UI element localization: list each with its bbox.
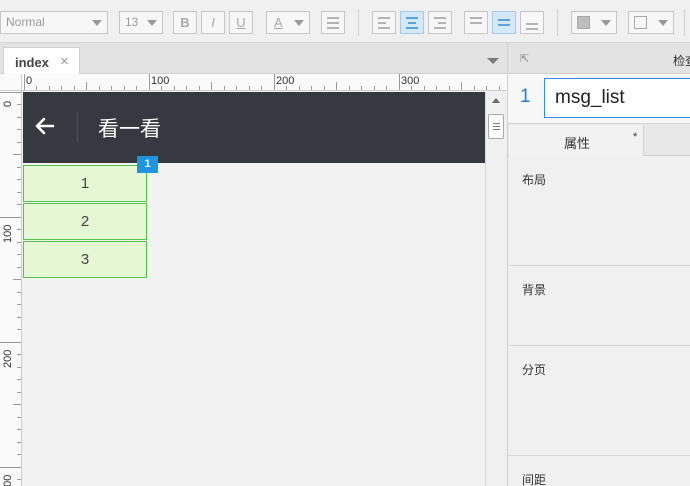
section-title: 背景 — [522, 283, 547, 297]
section-spacing[interactable]: 间距 — [508, 456, 690, 486]
italic-button[interactable]: I — [201, 11, 225, 34]
align-center-icon — [406, 17, 418, 32]
valign-top-button[interactable] — [464, 11, 488, 34]
section-title: 间距 — [522, 473, 547, 486]
underline-button[interactable]: U — [229, 11, 253, 34]
scroll-up-icon[interactable] — [492, 98, 500, 103]
toolbar-divider — [684, 9, 685, 36]
scrollbar-thumb[interactable] — [488, 114, 504, 139]
font-color-button[interactable]: A — [266, 11, 310, 34]
page-title: 看一看 — [98, 118, 161, 141]
tabs-menu-chevron-icon[interactable] — [487, 58, 499, 64]
section-pagination[interactable]: 分页 — [508, 346, 690, 456]
ruler-label: 100 — [2, 224, 14, 243]
toolbar: Normal 13 B I U A — [0, 0, 690, 43]
header-divider — [77, 112, 78, 142]
list-item[interactable]: 3 — [23, 241, 147, 278]
ruler-label: 200 — [2, 349, 14, 368]
paragraph-style-value: Normal — [6, 15, 45, 29]
modified-indicator: * — [633, 131, 638, 143]
section-title: 布局 — [522, 173, 547, 187]
toolbar-divider — [557, 9, 558, 36]
app-header[interactable]: 看一看 — [23, 92, 485, 163]
tab-properties-label: 属性 — [564, 136, 591, 151]
inspector-title: 检查 — [673, 54, 690, 68]
paragraph-style-select[interactable]: Normal — [0, 11, 108, 34]
editor-tabs: index × — [0, 43, 507, 75]
fill-color-button[interactable] — [571, 11, 617, 34]
ruler-label: 0 — [26, 75, 33, 87]
valign-top-icon — [470, 17, 482, 27]
align-right-icon — [434, 17, 446, 32]
collapse-icon[interactable]: ⇱ — [520, 52, 529, 65]
msg-list[interactable]: 1 2 3 — [23, 165, 147, 279]
section-layout[interactable]: 布局 — [508, 156, 690, 266]
chevron-down-icon — [294, 20, 304, 26]
section-background[interactable]: 背景 — [508, 266, 690, 346]
bold-button[interactable]: B — [173, 11, 197, 34]
valign-middle-icon — [498, 19, 510, 29]
vertical-scrollbar[interactable] — [485, 92, 507, 486]
close-icon[interactable]: × — [60, 53, 69, 70]
inspector-panel: ⇱ 检查 1 属性 * 布局 背景 分页 间距 — [507, 43, 690, 486]
toolbar-divider — [358, 9, 359, 36]
design-canvas[interactable]: 看一看 1 2 3 1 — [23, 92, 485, 486]
tab-properties[interactable]: 属性 * — [509, 125, 644, 156]
font-size-select[interactable]: 13 — [119, 11, 163, 34]
valign-bottom-button[interactable] — [520, 11, 544, 34]
chevron-down-icon — [658, 20, 668, 26]
ruler-horizontal: 0 100 200 300 — [22, 74, 507, 91]
valign-bottom-icon — [526, 23, 538, 33]
list-item[interactable]: 2 — [23, 203, 147, 240]
font-color-icon: A — [274, 15, 283, 30]
ruler-label: 0 — [2, 100, 14, 107]
back-arrow-icon[interactable] — [33, 114, 57, 138]
section-title: 分页 — [522, 363, 547, 377]
ruler-label: 300 — [2, 474, 14, 486]
widget-name-row: 1 — [508, 74, 690, 124]
valign-middle-button[interactable] — [492, 11, 516, 34]
widget-name-input[interactable] — [544, 78, 690, 118]
align-center-button[interactable] — [400, 11, 424, 34]
inspector-header: ⇱ 检查 — [508, 43, 690, 74]
selection-badge: 1 — [137, 156, 158, 173]
border-color-icon — [634, 16, 647, 29]
bullet-list-button[interactable] — [321, 11, 345, 34]
align-left-icon — [378, 17, 390, 32]
inspector-tabs: 属性 * — [508, 124, 690, 156]
ruler-corner — [0, 74, 22, 91]
chevron-down-icon — [147, 20, 157, 26]
chevron-down-icon — [92, 20, 102, 26]
ruler-vertical: 0 100 200 300 — [0, 91, 22, 486]
tab-index-label: index — [15, 55, 49, 70]
list-item[interactable]: 1 — [23, 165, 147, 202]
widget-index: 1 — [520, 86, 531, 107]
list-icon — [327, 17, 339, 32]
chevron-down-icon — [601, 20, 611, 26]
border-color-button[interactable] — [628, 11, 674, 34]
align-right-button[interactable] — [428, 11, 452, 34]
tab-index[interactable]: index × — [3, 47, 80, 75]
fill-color-icon — [577, 16, 590, 29]
align-left-button[interactable] — [372, 11, 396, 34]
font-size-value: 13 — [125, 15, 139, 29]
